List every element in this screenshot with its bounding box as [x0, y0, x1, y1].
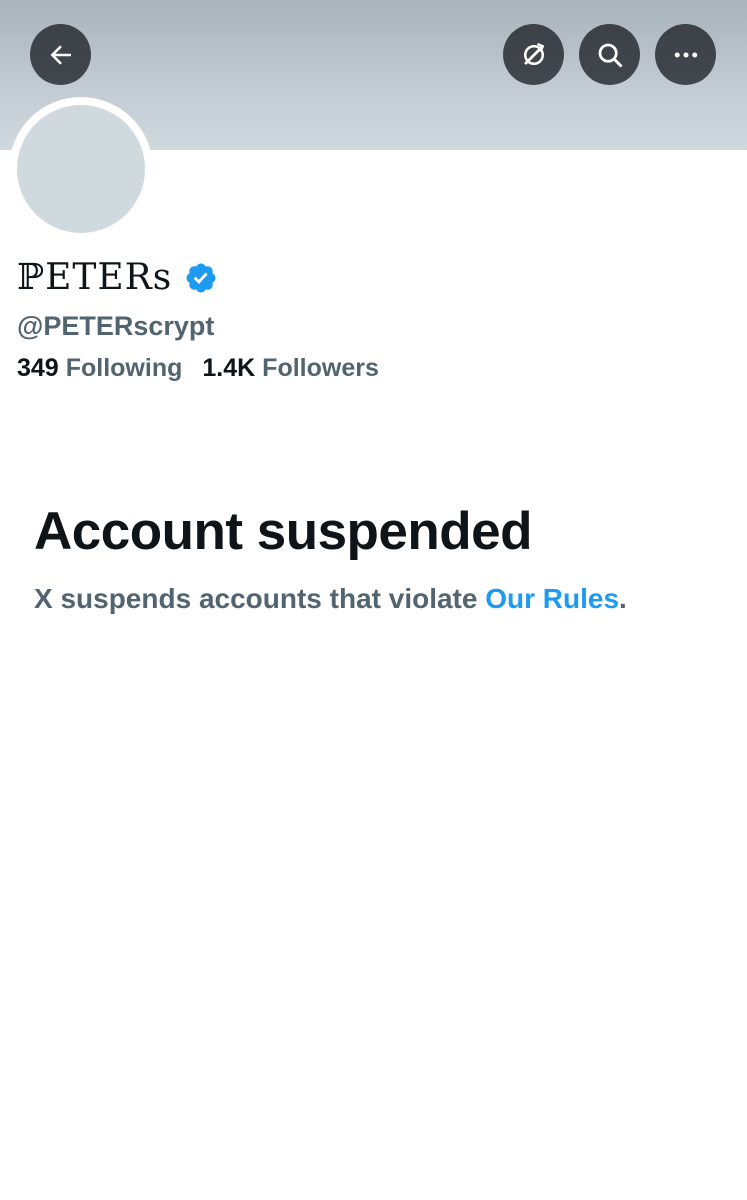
suspended-message-period: .	[619, 583, 627, 614]
following-link[interactable]: 349 Following	[17, 351, 182, 385]
search-icon	[598, 43, 622, 67]
followers-link[interactable]: 1.4K Followers	[202, 351, 379, 385]
suspended-message: X suspends accounts that violate Our Rul…	[34, 580, 627, 618]
our-rules-link[interactable]: Our Rules	[485, 583, 619, 614]
followers-count: 1.4K	[202, 354, 256, 382]
translate-off-icon	[523, 42, 544, 65]
profile-stats: 349 Following 1.4K Followers	[17, 351, 379, 385]
more-options-button[interactable]	[655, 24, 716, 85]
profile-name-row: ℙETERs	[17, 256, 218, 300]
followers-label: Followers	[262, 354, 379, 382]
arrow-left-icon	[49, 44, 71, 65]
translate-button[interactable]	[503, 24, 564, 85]
avatar[interactable]	[17, 105, 145, 233]
avatar-container[interactable]	[9, 97, 153, 241]
search-button[interactable]	[579, 24, 640, 85]
following-count: 349	[17, 354, 59, 382]
profile-handle: @PETERscrypt	[17, 311, 215, 341]
suspended-message-text: X suspends accounts that violate	[34, 583, 486, 614]
back-button[interactable]	[30, 24, 91, 85]
verified-badge-icon[interactable]	[184, 261, 218, 295]
following-label: Following	[65, 354, 183, 382]
display-name: ℙETERs	[17, 257, 173, 298]
suspended-title: Account suspended	[34, 502, 533, 561]
more-horizontal-icon	[674, 52, 697, 57]
